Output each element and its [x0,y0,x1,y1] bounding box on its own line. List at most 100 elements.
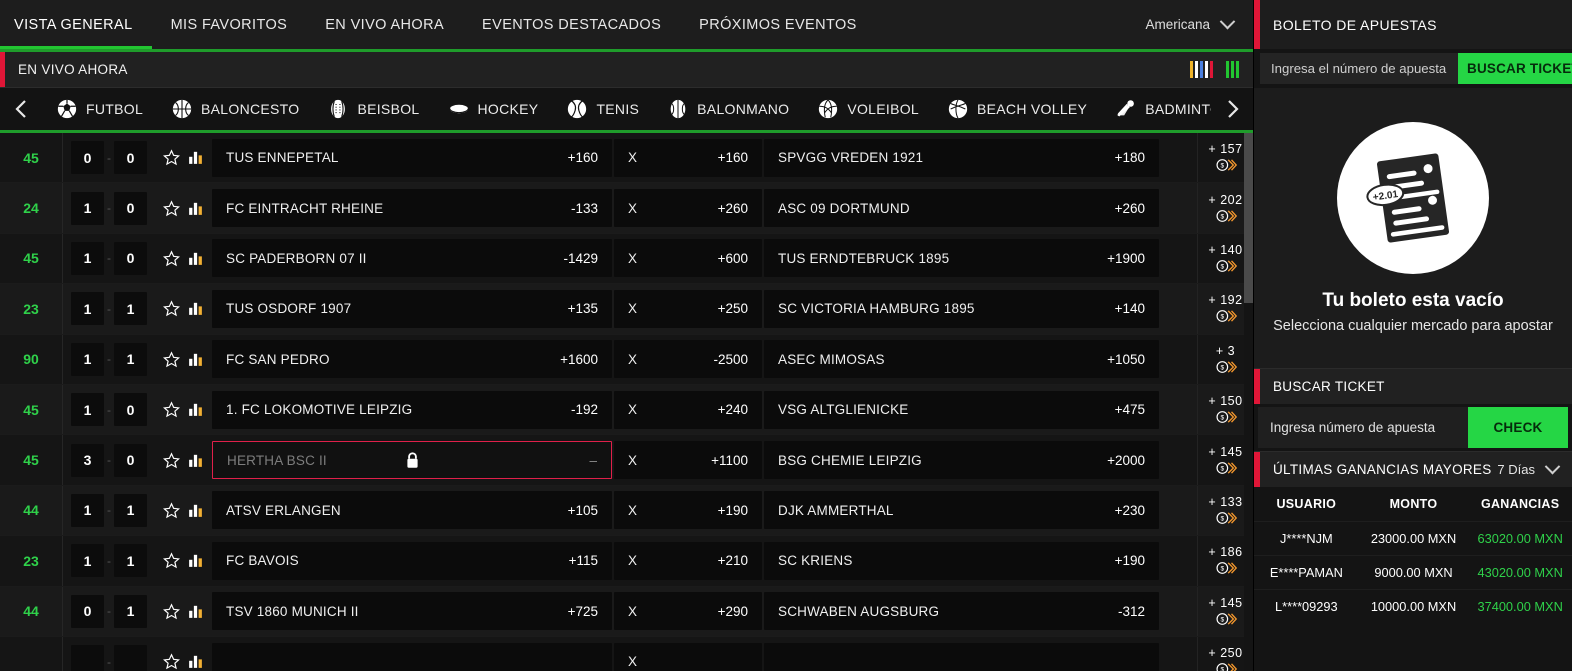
statistics-icon[interactable] [187,653,204,670]
statistics-icon[interactable] [187,300,204,317]
away-odds-cell[interactable]: ASC 09 DORTMUND +260 [764,189,1159,228]
draw-odds-cell[interactable]: X +240 [614,390,762,429]
markets-tag-icon[interactable]: $ [1215,611,1237,627]
sports-nav-next-button[interactable] [1211,99,1253,119]
favorite-star-icon[interactable] [163,401,180,418]
favorite-star-icon[interactable] [163,149,180,166]
sport-hockey[interactable]: HOCKEY [434,88,553,130]
sport-beisbol[interactable]: BEISBOL [313,88,433,130]
list-view-icon[interactable] [1190,61,1213,78]
tab-vista-general[interactable]: VISTA GENERAL [0,0,152,49]
favorite-star-icon[interactable] [163,653,180,670]
sport-baloncesto[interactable]: BALONCESTO [157,88,313,130]
tab-próximos-eventos[interactable]: PRÓXIMOS EVENTOS [680,0,876,49]
away-odds-cell[interactable]: SC KRIENS +190 [764,541,1159,580]
sport-futbol[interactable]: FUTBOL [42,88,157,130]
bet-number-input[interactable] [1260,53,1458,84]
away-odds-cell[interactable]: SC VICTORIA HAMBURG 1895 +140 [764,289,1159,328]
match-row[interactable]: 90 1 - 1 FC SAN PEDRO +1600 X -2500 ASEC… [0,334,1253,385]
draw-odds-cell[interactable]: X +210 [614,541,762,580]
match-row[interactable]: 45 3 - 0 HERTHA BSC II – X +1100 BSG CHE… [0,435,1253,486]
home-odds-cell[interactable]: SC PADERBORN 07 II -1429 [212,239,612,278]
away-odds-cell[interactable]: BSG CHEMIE LEIPZIG +2000 [764,441,1159,480]
home-odds-cell[interactable]: FC SAN PEDRO +1600 [212,340,612,379]
match-list-scrollbar[interactable] [1244,133,1253,671]
away-odds-cell[interactable]: SPVGG VREDEN 1921 +180 [764,138,1159,177]
home-odds-cell[interactable]: FC BAVOIS +115 [212,541,612,580]
markets-tag-icon[interactable]: $ [1215,359,1237,375]
markets-tag-icon[interactable]: $ [1215,460,1237,476]
match-row[interactable]: 23 1 - 1 TUS OSDORF 1907 +135 X +250 SC … [0,284,1253,335]
markets-tag-icon[interactable]: $ [1215,308,1237,324]
statistics-icon[interactable] [187,502,204,519]
away-odds-cell[interactable]: TUS ERNDTEBRUCK 1895 +1900 [764,239,1159,278]
statistics-icon[interactable] [187,250,204,267]
match-row[interactable]: 44 1 - 1 ATSV ERLANGEN +105 X +190 DJK A… [0,485,1253,537]
sport-beach-volley[interactable]: BEACH VOLLEY [933,88,1101,130]
grid-view-icon[interactable] [1226,61,1239,78]
draw-odds-cell[interactable]: X +250 [614,289,762,328]
match-row[interactable]: - X + 250 $ [0,636,1253,671]
favorite-star-icon[interactable] [163,199,180,217]
sport-tenis[interactable]: TENIS [552,88,653,130]
statistics-icon[interactable] [187,603,204,620]
home-odds-cell[interactable]: TSV 1860 MUNICH II +725 [212,592,612,631]
winners-period-selector[interactable]: 7 Días [1497,458,1572,477]
home-odds-cell[interactable] [212,642,612,671]
away-odds-cell[interactable] [764,642,1159,671]
sport-voleibol[interactable]: VOLEIBOL [803,88,933,130]
draw-odds-cell[interactable]: X [614,642,762,671]
draw-odds-cell[interactable]: X -2500 [614,340,762,379]
check-ticket-button[interactable]: CHECK [1468,407,1568,448]
sports-nav-prev-button[interactable] [0,99,42,119]
statistics-icon[interactable] [187,149,204,166]
match-row[interactable]: 45 1 - 0 1. FC LOKOMOTIVE LEIPZIG -192 X… [0,384,1253,436]
favorite-star-icon[interactable] [163,250,180,267]
sport-balonmano[interactable]: BALONMANO [653,88,803,130]
scrollbar-thumb[interactable] [1244,133,1253,303]
markets-tag-icon[interactable]: $ [1215,661,1237,671]
statistics-icon[interactable] [187,552,204,569]
draw-odds-cell[interactable]: X +1100 [614,441,762,480]
favorite-star-icon[interactable] [163,552,180,569]
favorite-star-icon[interactable] [163,603,180,620]
tab-eventos-destacados[interactable]: EVENTOS DESTACADOS [463,0,680,49]
match-row[interactable]: 45 0 - 0 TUS ENNEPETAL +160 X +160 SPVGG… [0,133,1253,184]
ticket-number-input[interactable] [1258,407,1468,448]
away-odds-cell[interactable]: VSG ALTGLIENICKE +475 [764,390,1159,429]
match-row[interactable]: 24 1 - 0 FC EINTRACHT RHEINE -133 X +260… [0,183,1253,234]
draw-odds-cell[interactable]: X +290 [614,592,762,631]
home-odds-cell[interactable]: 1. FC LOKOMOTIVE LEIPZIG -192 [212,390,612,429]
statistics-icon[interactable] [187,452,204,469]
home-odds-cell[interactable]: ATSV ERLANGEN +105 [212,491,612,530]
search-ticket-button[interactable]: BUSCAR TICKET [1458,53,1572,84]
away-odds-cell[interactable]: ASEC MIMOSAS +1050 [764,340,1159,379]
away-odds-cell[interactable]: SCHWABEN AUGSBURG -312 [764,592,1159,631]
markets-tag-icon[interactable]: $ [1215,560,1237,576]
statistics-icon[interactable] [187,200,204,217]
draw-odds-cell[interactable]: X +600 [614,239,762,278]
tab-en-vivo-ahora[interactable]: EN VIVO AHORA [306,0,463,49]
match-row[interactable]: 23 1 - 1 FC BAVOIS +115 X +210 SC KRIENS… [0,536,1253,587]
draw-odds-cell[interactable]: X +260 [614,189,762,228]
markets-tag-icon[interactable]: $ [1215,258,1237,274]
sport-badminton[interactable]: BADMINTON [1101,88,1211,130]
away-odds-cell[interactable]: DJK AMMERTHAL +230 [764,491,1159,530]
match-row[interactable]: 45 1 - 0 SC PADERBORN 07 II -1429 X +600… [0,233,1253,285]
favorite-star-icon[interactable] [163,300,180,317]
draw-odds-cell[interactable]: X +160 [614,138,762,177]
statistics-icon[interactable] [187,401,204,418]
odds-format-selector[interactable]: Americana [1145,13,1253,32]
home-odds-cell[interactable]: FC EINTRACHT RHEINE -133 [212,189,612,228]
markets-tag-icon[interactable]: $ [1215,157,1237,173]
home-odds-cell[interactable]: TUS OSDORF 1907 +135 [212,289,612,328]
favorite-star-icon[interactable] [163,451,180,469]
home-odds-cell[interactable]: TUS ENNEPETAL +160 [212,138,612,177]
draw-odds-cell[interactable]: X +190 [614,491,762,530]
tab-mis-favoritos[interactable]: MIS FAVORITOS [152,0,307,49]
match-row[interactable]: 44 0 - 1 TSV 1860 MUNICH II +725 X +290 … [0,586,1253,637]
markets-tag-icon[interactable]: $ [1215,208,1237,224]
markets-tag-icon[interactable]: $ [1215,409,1237,425]
statistics-icon[interactable] [187,351,204,368]
favorite-star-icon[interactable] [163,502,180,519]
